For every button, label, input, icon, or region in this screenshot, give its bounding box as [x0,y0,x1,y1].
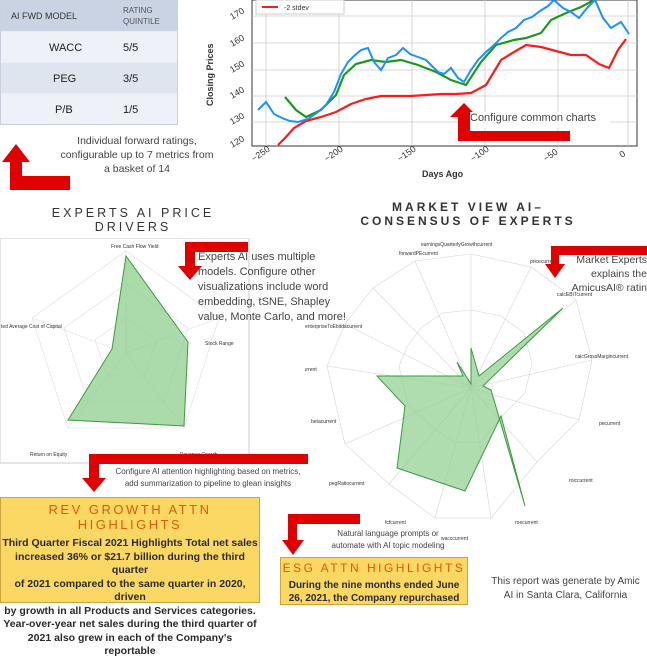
rating-column-header: RATING QUINTILE [123,5,160,27]
radar-axis-label: ted Average Cost of Capital [1,324,62,330]
radar-axis-label: fcfcurrent [385,520,406,526]
radar-axis-label: Free Cash Flow Yield [111,244,159,250]
x-axis-ticks: −250 −200 −150 −100 −50 0 [249,144,627,164]
x-axis-label: Days Ago [422,169,464,179]
radar-axis-label: pegRatiocurrent [329,481,365,487]
model-column-header: AI FWD MODEL [11,11,78,21]
radar-axis-label: sharesPercentSharesOutcurrent [305,367,317,373]
radar-axis-label: calcGrossMargincurrent [575,354,629,360]
x-tick: −100 [468,144,490,164]
text-line: of 2021 compared to the same quarter in … [14,577,246,604]
title-line: MARKET VIEW AI– [392,200,544,214]
radar-axis-label: enterpriseToEbitdacurrent [305,324,363,330]
callout-line: AmicusAI® ratin [571,282,647,294]
footer-line: AI in Santa Clara, California [503,590,628,601]
configure-charts-annotation: Configure common charts [470,112,610,128]
text-line: increased 36% or $21.7 billion during th… [15,550,245,577]
market-view-title: MARKET VIEW AI– CONSENSUS OF EXPERTS [338,200,598,228]
rating-cell: 5/5 [123,42,139,54]
x-tick: −250 [249,144,271,164]
y-tick: 160 [228,33,246,49]
radar-axis-label: forwardPEcurrent [399,251,439,257]
chart-legend: -2 stdev [255,0,345,15]
radar-axis-label: Return on Equity [30,452,68,458]
y-tick: 150 [228,59,246,75]
x-tick: −50 [541,147,559,164]
table-row: PEG 3/5 [1,63,177,93]
rating-cell: 3/5 [123,73,139,85]
text-line: During the nine months ended June [288,580,460,591]
y-tick: 170 [228,6,246,22]
market-experts-callout: Market Experts explains the AmicusAI® ra… [558,253,647,295]
radar-axis-label: betacurrent [311,419,337,425]
esg-highlights-panel: ESG ATTN HIGHLIGHTS During the nine mont… [280,557,468,605]
rating-header-line: QUINTILE [123,17,160,26]
radar-axis-label: roiccurrent [569,478,593,484]
callout-line: explains the [590,268,647,280]
text-line: 26, 2021, the Company repurchased [288,593,460,604]
x-tick: −200 [322,144,344,164]
rating-header-line: RATING [123,6,153,15]
attention-caption: Configure AI attention highlighting base… [98,466,318,490]
radar-axis-label: roecurrent [515,520,538,526]
experts-drivers-title: EXPERTS AI PRICE DRIVERS [18,206,248,234]
y-tick: 130 [228,111,246,127]
callout-line: Market Experts [576,254,647,266]
nlp-caption: Natural language prompts or automate wit… [308,528,468,552]
radar-axis-label: earningsQuarterlyGrowthcurrent [421,242,493,248]
footer-line: This report was generate by Amic [491,576,640,587]
y-tick: 140 [228,85,246,101]
rev-growth-highlights-panel: REV GROWTH ATTN HIGHLIGHTS Third Quarter… [0,497,260,657]
y-tick: 120 [228,134,246,150]
y-axis-ticks: 120 130 140 150 160 170 180 [228,6,246,150]
text-line: Third Quarter Fiscal 2021 Highlights Tot… [2,537,258,549]
title-line: CONSENSUS OF EXPERTS [360,214,576,228]
table-row: P/B 1/5 [1,94,177,124]
price-line-chart: -2 stdev 120 130 140 150 160 170 180 Clo… [205,0,638,179]
y-axis-label: Closing Prices [205,43,215,106]
text-line: Year-over-year net sales during the thir… [3,618,257,630]
caption-line: add summarization to pipeline to glean i… [124,479,292,488]
caption-line: automate with AI topic modeling [331,541,445,550]
metric-cell: WACC [49,42,83,54]
caption-line: Natural language prompts or [337,529,439,538]
rev-growth-title: REV GROWTH ATTN HIGHLIGHTS [48,502,212,532]
text-line: 2021 also grew in each of the Company's … [27,631,233,658]
rating-cell: 1/5 [123,104,139,116]
radar-axis-label: pecurrent [599,421,621,427]
table-row: WACC 5/5 [1,32,177,62]
legend-label: -2 stdev [284,5,309,12]
x-tick: 0 [617,149,627,160]
rating-table-header: AI FWD MODEL RATING QUINTILE [1,1,177,31]
rating-table: AI FWD MODEL RATING QUINTILE WACC 5/5 PE… [0,0,178,125]
report-footer: This report was generate by Amic AI in S… [484,575,647,603]
title-line: EXPERTS AI PRICE [51,206,215,220]
radar-axis-label: Stock Range [205,341,234,347]
metric-cell: PEG [53,73,77,85]
x-tick: −150 [395,144,417,164]
esg-title: ESG ATTN HIGHLIGHTS [282,561,466,575]
caption-line: Configure AI attention highlighting base… [115,467,301,476]
rev-growth-text: Third Quarter Fiscal 2021 Highlights Tot… [1,537,259,659]
esg-text: During the nine months ended June 26, 20… [281,579,467,605]
metric-cell: P/B [55,104,73,116]
title-line: DRIVERS [94,220,172,234]
text-line: by growth in all Products and Services c… [4,604,256,617]
